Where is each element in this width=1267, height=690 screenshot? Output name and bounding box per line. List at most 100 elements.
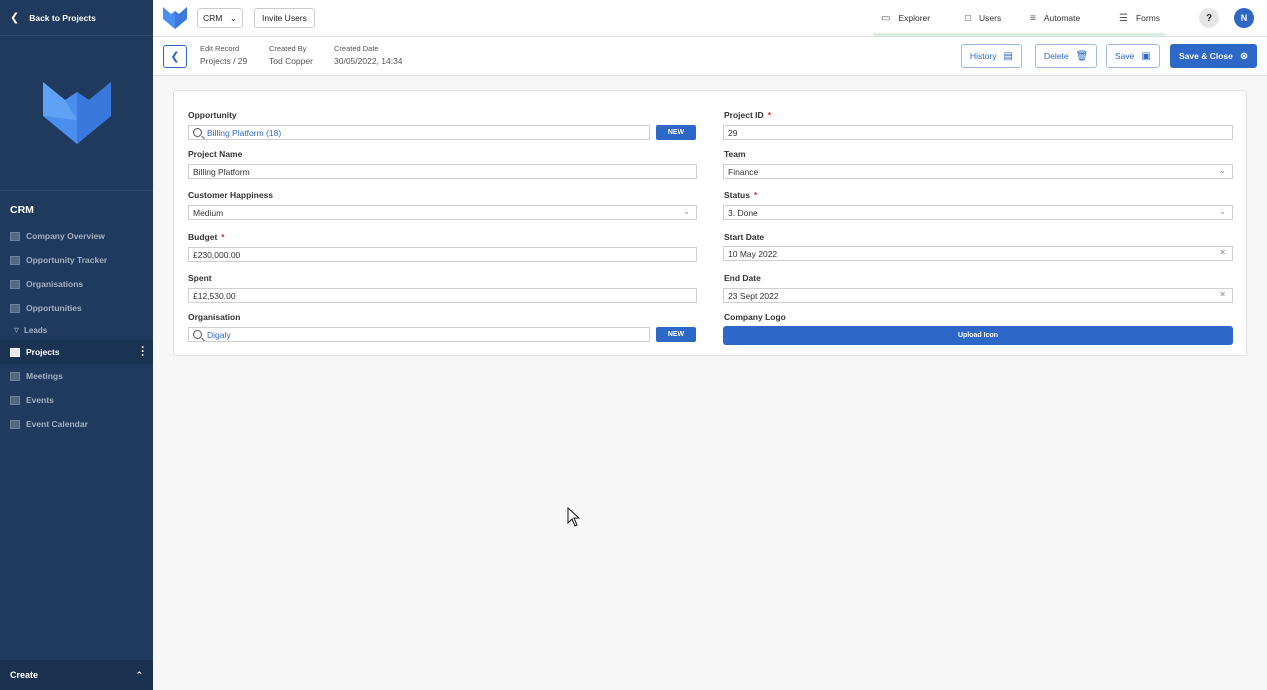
sidebar-item-label: Meetings (26, 371, 63, 381)
back-label: Back to Projects (29, 12, 96, 23)
customer-happiness-select[interactable]: Medium ⌄ (188, 205, 697, 220)
nav-explorer[interactable]: ▭ Explorer (881, 0, 930, 36)
status-label: Status * (724, 190, 758, 200)
start-date-label: Start Date (724, 232, 765, 242)
opportunity-value: Billing Platform (18) (207, 127, 282, 138)
delete-button[interactable]: Delete 🗑 (1035, 44, 1098, 68)
clear-icon[interactable]: ✕ (1219, 248, 1226, 257)
app-select-value: CRM (203, 13, 223, 23)
sidebar-item-label: Opportunities (26, 303, 82, 313)
customer-happiness-value: Medium (193, 207, 224, 218)
project-name-value: Billing Platform (193, 166, 250, 177)
back-to-projects-link[interactable]: ❮ Back to Projects (0, 0, 153, 36)
nav-automate[interactable]: ≡ Automate (1030, 0, 1080, 36)
spent-input[interactable]: £12,530.00 (188, 288, 697, 303)
project-id-input[interactable]: 29 (723, 125, 1233, 140)
chevron-down-icon: ⌄ (1219, 207, 1226, 216)
start-date-value: 10 May 2022 (728, 248, 778, 259)
chevron-left-icon: ❮ (170, 51, 180, 63)
sidebar-item-organisations[interactable]: Organisations (0, 272, 153, 296)
invite-users-button[interactable]: Invite Users (254, 8, 315, 28)
table-icon (10, 395, 20, 405)
mouse-cursor-icon (567, 507, 581, 527)
table-icon (10, 371, 20, 381)
nav-users[interactable]: □ Users (965, 0, 1001, 36)
organisation-search-input[interactable]: Digaly (188, 327, 650, 342)
kanban-icon (10, 255, 20, 265)
spent-value: £12,530.00 (193, 290, 236, 301)
record-form: Opportunity Billing Platform (18) NEW Pr… (173, 90, 1247, 356)
sidebar-item-meetings[interactable]: Meetings (0, 364, 153, 388)
chevron-down-icon: ⌄ (229, 12, 237, 23)
sidebar-item-label: Company Overview (26, 231, 105, 241)
sidebar-item-label: Leads (24, 325, 48, 335)
user-avatar[interactable]: N (1234, 8, 1254, 28)
brand-logo[interactable] (162, 6, 188, 30)
nav-label: Users (979, 13, 1002, 23)
created-by-info: Created By Tod Copper (269, 44, 313, 66)
sidebar-item-company-overview[interactable]: Company Overview (0, 224, 153, 248)
created-by-value: Tod Copper (269, 56, 313, 66)
project-id-value: 29 (728, 127, 738, 138)
search-icon (193, 128, 202, 137)
team-select[interactable]: Finance ⌄ (723, 164, 1233, 179)
nav-forms[interactable]: ☰ Forms (1119, 0, 1160, 36)
trash-icon: 🗑 (1075, 50, 1089, 62)
new-organisation-button[interactable]: NEW (656, 327, 696, 342)
delete-label: Delete (1044, 51, 1069, 61)
table-icon (10, 279, 20, 289)
spent-label: Spent (188, 273, 212, 283)
history-button[interactable]: History ▤ (961, 44, 1022, 68)
nav-label: Explorer (898, 13, 931, 23)
back-button[interactable]: ❮ (163, 45, 187, 68)
nav-label: Forms (1135, 13, 1161, 23)
nav-active-indicator (873, 33, 1165, 36)
calendar-icon (10, 419, 20, 429)
help-button[interactable]: ? (1199, 8, 1219, 28)
sidebar-item-events[interactable]: Events (0, 388, 153, 412)
lock-icon: □ (965, 12, 972, 24)
sidebar-item-event-calendar[interactable]: Event Calendar (0, 412, 153, 436)
project-name-input[interactable]: Billing Platform (188, 164, 697, 179)
save-close-button[interactable]: Save & Close ⊗ (1170, 44, 1258, 68)
save-button[interactable]: Save ▣ (1106, 44, 1160, 68)
sidebar-item-label: Organisations (26, 279, 84, 289)
budget-input[interactable]: £230,000.00 (188, 247, 697, 262)
upload-icon-button[interactable]: Upload Icon (723, 326, 1233, 345)
opportunity-search-input[interactable]: Billing Platform (18) (188, 125, 650, 140)
status-select[interactable]: 3. Done ⌄ (723, 205, 1233, 220)
created-by-label: Created By (269, 44, 307, 53)
start-date-input[interactable]: 10 May 2022 ✕ (723, 246, 1233, 261)
record-toolbar: ❮ Edit Record Projects / 29 Created By T… (153, 37, 1267, 76)
sidebar-item-label: Events (26, 395, 54, 405)
sidebar-item-opportunity-tracker[interactable]: Opportunity Tracker (0, 248, 153, 272)
edit-record-label: Edit Record (200, 44, 240, 53)
edit-record-info: Edit Record Projects / 29 (200, 44, 247, 66)
archive-icon: ▤ (1003, 50, 1013, 62)
app-select[interactable]: CRM ⌄ (197, 8, 243, 28)
sidebar-item-label: Opportunity Tracker (26, 255, 108, 265)
sidebar-item-projects[interactable]: Projects · · · (0, 340, 153, 364)
sidebar-section-title: CRM (10, 204, 34, 216)
status-value: 3. Done (728, 207, 758, 218)
project-id-label: Project ID * (724, 110, 771, 120)
sidebar-item-leads[interactable]: ▿ Leads (0, 320, 153, 340)
clear-icon[interactable]: ✕ (1219, 290, 1226, 299)
search-icon (193, 330, 202, 339)
sidebar-item-label: Projects (26, 347, 60, 357)
chevron-down-icon: ⌄ (1219, 166, 1226, 175)
table-icon (10, 303, 20, 313)
floppy-icon: ▣ (1141, 50, 1151, 62)
company-logo-label: Company Logo (724, 312, 786, 322)
save-label: Save (1115, 51, 1135, 61)
customer-happiness-label: Customer Happiness (188, 190, 274, 200)
created-date-label: Created Date (334, 44, 379, 53)
sidebar-item-opportunities[interactable]: Opportunities (0, 296, 153, 320)
new-opportunity-button[interactable]: NEW (656, 125, 696, 140)
more-options-icon[interactable]: · · · (141, 341, 145, 361)
required-marker: * (753, 190, 758, 200)
end-date-input[interactable]: 23 Sept 2022 ✕ (723, 288, 1233, 303)
create-button[interactable]: Create ⌃ (0, 660, 153, 690)
table-icon (10, 347, 20, 357)
create-label: Create (10, 670, 39, 680)
